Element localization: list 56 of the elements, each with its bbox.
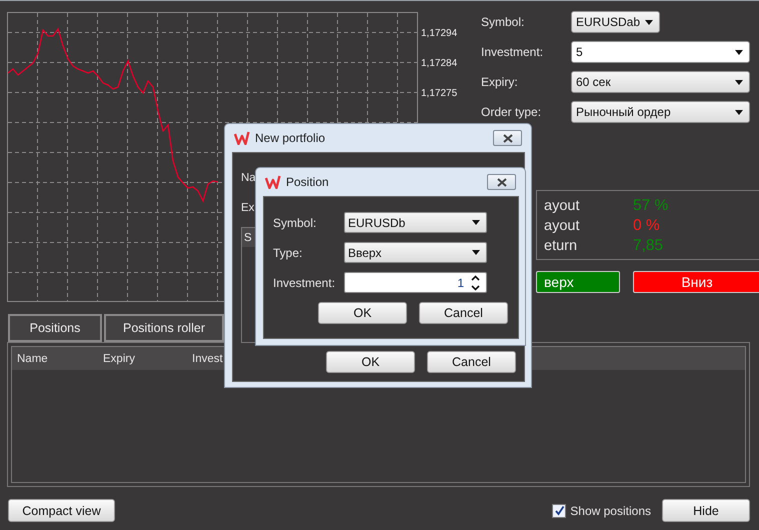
stat-value: 7,85	[633, 237, 664, 255]
dropdown[interactable]: EURUSDb	[344, 212, 487, 233]
trade-button[interactable]: верх	[536, 271, 620, 293]
stat-value: 0 %	[633, 217, 660, 235]
dropdown[interactable]: EURUSDab	[571, 11, 660, 33]
dropdown[interactable]: 60 сек	[571, 71, 750, 93]
dialog-title: New portfolio	[255, 131, 326, 145]
field-label: Order type:	[481, 105, 542, 119]
spinner-arrows-icon[interactable]	[471, 274, 480, 290]
close-icon	[502, 134, 514, 142]
tab[interactable]: Positions	[8, 314, 102, 342]
dialog-button[interactable]: Cancel	[419, 302, 508, 324]
caret-icon	[735, 80, 743, 84]
dropdown[interactable]: Вверх	[344, 242, 487, 263]
field-label: Investment:	[481, 45, 544, 59]
field-label: Expiry:	[481, 75, 519, 89]
stat-label: ayout	[544, 198, 580, 214]
dialog-button[interactable]: OK	[318, 302, 407, 324]
column-header: S	[244, 232, 252, 244]
checkbox-label: Show positions	[570, 504, 651, 518]
caret-icon	[735, 50, 743, 54]
field-label: Investment:	[273, 276, 336, 290]
dialog-button[interactable]: OK	[326, 351, 415, 373]
field-label: Na	[241, 172, 256, 184]
caret-icon	[472, 250, 480, 255]
close-icon	[496, 178, 508, 186]
hide-button[interactable]: Hide	[662, 499, 750, 522]
tab[interactable]: Positions roller	[104, 314, 224, 342]
dropdown[interactable]: 5	[571, 41, 750, 63]
caret-icon	[645, 20, 653, 24]
axis-tick-label: 1,17284	[421, 58, 458, 69]
dialog-title: Position	[286, 175, 330, 189]
checkbox[interactable]	[552, 504, 566, 518]
field-label: Symbol:	[481, 15, 526, 29]
caret-icon	[472, 220, 480, 225]
caret-icon	[735, 110, 743, 114]
trade-button[interactable]: Вниз	[633, 271, 759, 293]
logo-icon	[234, 131, 250, 145]
close-button[interactable]	[487, 174, 516, 190]
column-header: Invest	[192, 352, 223, 364]
stat-label: eturn	[544, 238, 578, 254]
dialog-button[interactable]: Cancel	[427, 351, 516, 373]
logo-icon	[265, 175, 281, 189]
column-header: Expiry	[103, 352, 136, 364]
compact-view-button[interactable]: Compact view	[8, 499, 115, 522]
stat-label: ayout	[544, 218, 580, 234]
number-field[interactable]: 1	[344, 272, 487, 293]
axis-tick-label: 1,17294	[421, 28, 458, 39]
stat-value: 57 %	[633, 197, 668, 215]
field-label: Type:	[273, 246, 304, 260]
field-label: Ex	[241, 202, 254, 214]
field-label: Symbol:	[273, 216, 318, 230]
column-header: Name	[17, 352, 49, 364]
axis-tick-label: 1,17275	[421, 88, 458, 99]
dropdown[interactable]: Рыночный ордер	[571, 101, 750, 123]
close-button[interactable]	[493, 130, 522, 146]
